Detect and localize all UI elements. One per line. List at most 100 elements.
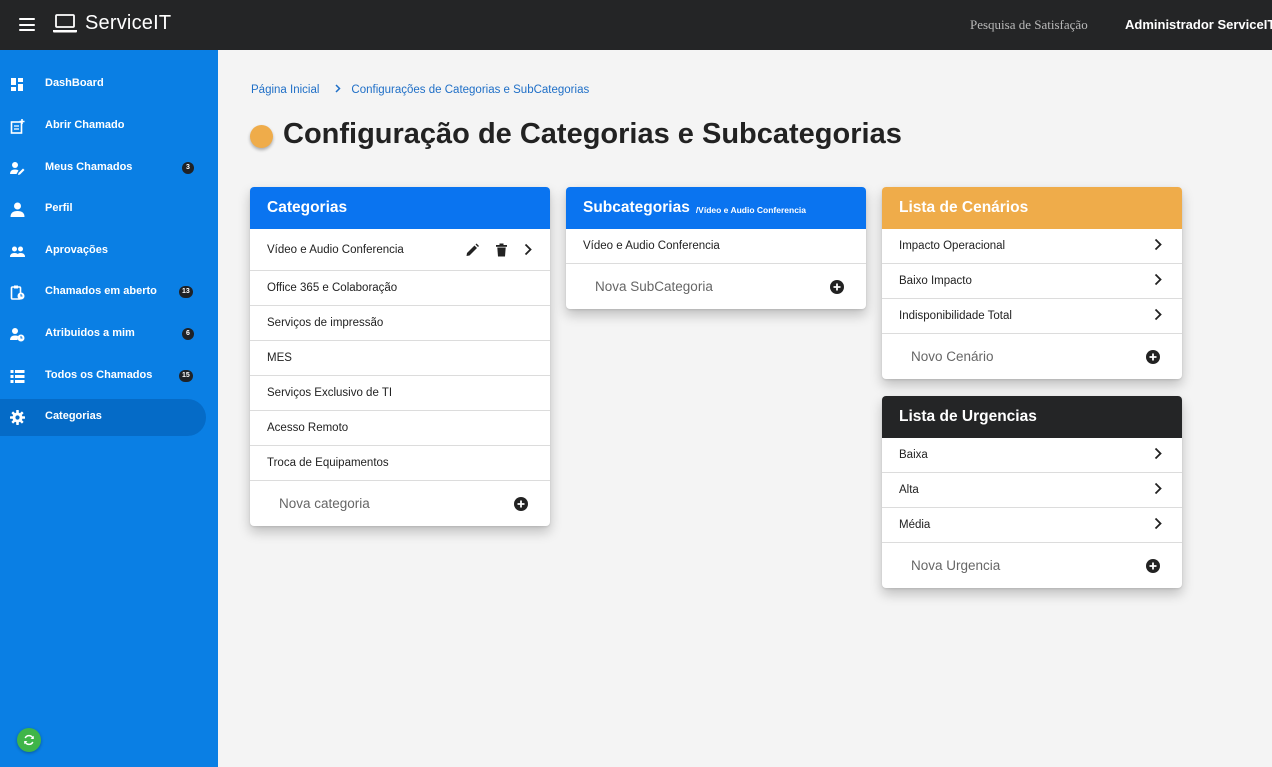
categoria-row[interactable]: Troca de Equipamentos: [250, 446, 550, 481]
sidebar-item-aprovacoes[interactable]: Aprovações: [0, 233, 206, 270]
subcategorias-card-header: Subcategorias /Vídeo e Audio Conferencia: [566, 187, 866, 229]
sidebar-item-meus-chamados[interactable]: Meus Chamados 3: [0, 150, 206, 187]
urgencia-row[interactable]: Média: [882, 508, 1182, 543]
add-circle-icon: [830, 279, 844, 294]
laptop-icon: [53, 14, 77, 33]
sidebar-item-categorias[interactable]: Categorias: [0, 399, 206, 436]
user-menu[interactable]: Administrador ServiceIT ▼: [1125, 17, 1272, 32]
refresh-button[interactable]: [17, 728, 41, 752]
title-dot-icon: [250, 125, 273, 148]
sidebar-item-label: DashBoard: [45, 77, 104, 89]
person-clock-icon: [10, 328, 25, 342]
urgencia-label: Baixa: [899, 449, 928, 461]
breadcrumb: Página Inicial Configurações de Categori…: [251, 84, 589, 96]
sidebar: DashBoard Abrir Chamado Meus Chamados 3 …: [0, 50, 218, 767]
categorias-card-title: Categorias: [267, 199, 348, 216]
sidebar-item-perfil[interactable]: Perfil: [0, 191, 206, 228]
user-name: Administrador ServiceIT: [1125, 17, 1272, 32]
add-cenario-button[interactable]: Novo Cenário: [882, 334, 1182, 379]
sidebar-item-label: Perfil: [45, 202, 73, 214]
add-categoria-button[interactable]: Nova categoria: [250, 481, 550, 526]
chevron-right-icon[interactable]: [524, 243, 532, 256]
subcategorias-card-title: Subcategorias: [583, 199, 690, 216]
badge-count: 13: [179, 286, 193, 298]
breadcrumb-current-link[interactable]: Configurações de Categorias e SubCategor…: [351, 84, 589, 96]
sidebar-item-todos-os-chamados[interactable]: Todos os Chamados 15: [0, 358, 206, 395]
subcategoria-row[interactable]: Vídeo e Audio Conferencia: [566, 229, 866, 264]
note-add-icon: [10, 119, 25, 134]
urgencias-card-title: Lista de Urgencias: [899, 408, 1037, 425]
categoria-row[interactable]: Serviços Exclusivo de TI: [250, 376, 550, 411]
add-circle-icon: [1146, 349, 1160, 364]
categoria-row[interactable]: Serviços de impressão: [250, 306, 550, 341]
chevron-right-icon: [335, 84, 341, 96]
chevron-right-icon: [1154, 482, 1162, 498]
app-name: ServiceIT: [85, 12, 172, 34]
cenario-label: Baixo Impacto: [899, 275, 972, 287]
row-actions: [466, 243, 532, 256]
edit-icon[interactable]: [466, 243, 479, 256]
sidebar-item-label: Aprovações: [45, 244, 108, 256]
sidebar-item-abrir-chamado[interactable]: Abrir Chamado: [0, 108, 206, 145]
categoria-row[interactable]: Acesso Remoto: [250, 411, 550, 446]
sidebar-item-label: Abrir Chamado: [45, 119, 125, 131]
sidebar-item-label: Todos os Chamados: [45, 369, 153, 381]
cenario-row[interactable]: Baixo Impacto: [882, 264, 1182, 299]
subcategorias-card-subtitle: /Vídeo e Audio Conferencia: [695, 204, 807, 215]
chevron-right-icon: [1154, 447, 1162, 463]
categorias-card-header: Categorias: [250, 187, 550, 229]
menu-icon[interactable]: [19, 18, 35, 31]
categorias-card: Categorias Vídeo e Audio Conferencia Off…: [250, 187, 550, 526]
categoria-label: MES: [267, 352, 292, 364]
subcategoria-label: Vídeo e Audio Conferencia: [583, 240, 720, 252]
sidebar-item-dashboard[interactable]: DashBoard: [0, 66, 206, 103]
list-icon: [10, 370, 25, 383]
chevron-right-icon: [1154, 238, 1162, 254]
refresh-icon: [24, 734, 34, 746]
page-title: Configuração de Categorias e Subcategori…: [283, 118, 902, 150]
categoria-label: Office 365 e Colaboração: [267, 282, 398, 294]
cenario-row[interactable]: Impacto Operacional: [882, 229, 1182, 264]
gear-icon: [10, 410, 25, 425]
person-edit-icon: [10, 162, 25, 175]
urgencia-row[interactable]: Baixa: [882, 438, 1182, 473]
categoria-label: Troca de Equipamentos: [267, 457, 389, 469]
sidebar-item-label: Chamados em aberto: [45, 285, 157, 297]
chevron-right-icon: [1154, 308, 1162, 324]
categoria-label: Serviços de impressão: [267, 317, 384, 329]
add-subcategoria-button[interactable]: Nova SubCategoria: [566, 264, 866, 309]
cenario-row[interactable]: Indisponibilidade Total: [882, 299, 1182, 334]
urgencia-label: Alta: [899, 484, 919, 496]
group-icon: [10, 246, 25, 257]
add-circle-icon: [1146, 558, 1160, 573]
delete-icon[interactable]: [496, 243, 507, 256]
categoria-row[interactable]: Vídeo e Audio Conferencia: [250, 229, 550, 271]
top-bar: ServiceIT Pesquisa de Satisfação Adminis…: [0, 0, 1272, 50]
urgencia-label: Média: [899, 519, 931, 531]
cenarios-card-header: Lista de Cenários: [882, 187, 1182, 229]
add-urgencia-label: Nova Urgencia: [911, 558, 1001, 573]
add-circle-icon: [514, 496, 528, 511]
urgencias-card-header: Lista de Urgencias: [882, 396, 1182, 438]
breadcrumb-home-link[interactable]: Página Inicial: [251, 84, 319, 96]
satisfaction-survey-link[interactable]: Pesquisa de Satisfação: [970, 17, 1088, 33]
cenario-label: Indisponibilidade Total: [899, 310, 1012, 322]
cenarios-card-title: Lista de Cenários: [899, 199, 1029, 216]
urgencia-row[interactable]: Alta: [882, 473, 1182, 508]
sidebar-item-label: Meus Chamados: [45, 161, 133, 173]
add-categoria-label: Nova categoria: [279, 496, 370, 511]
categoria-label: Vídeo e Audio Conferencia: [267, 243, 404, 256]
categoria-label: Serviços Exclusivo de TI: [267, 387, 393, 399]
sidebar-item-atribuidos-a-mim[interactable]: Atribuidos a mim 6: [0, 316, 206, 353]
categoria-row[interactable]: Office 365 e Colaboração: [250, 271, 550, 306]
chevron-right-icon: [1154, 517, 1162, 533]
categoria-row[interactable]: MES: [250, 341, 550, 376]
sidebar-item-label: Categorias: [45, 410, 102, 422]
add-subcategoria-label: Nova SubCategoria: [595, 279, 713, 294]
add-urgencia-button[interactable]: Nova Urgencia: [882, 543, 1182, 588]
sidebar-item-chamados-em-aberto[interactable]: Chamados em aberto 13: [0, 274, 206, 311]
brand[interactable]: ServiceIT: [53, 12, 171, 35]
urgencias-card: Lista de Urgencias Baixa Alta Média Nova…: [882, 396, 1182, 588]
badge-count: 15: [179, 370, 193, 382]
add-cenario-label: Novo Cenário: [911, 349, 994, 364]
